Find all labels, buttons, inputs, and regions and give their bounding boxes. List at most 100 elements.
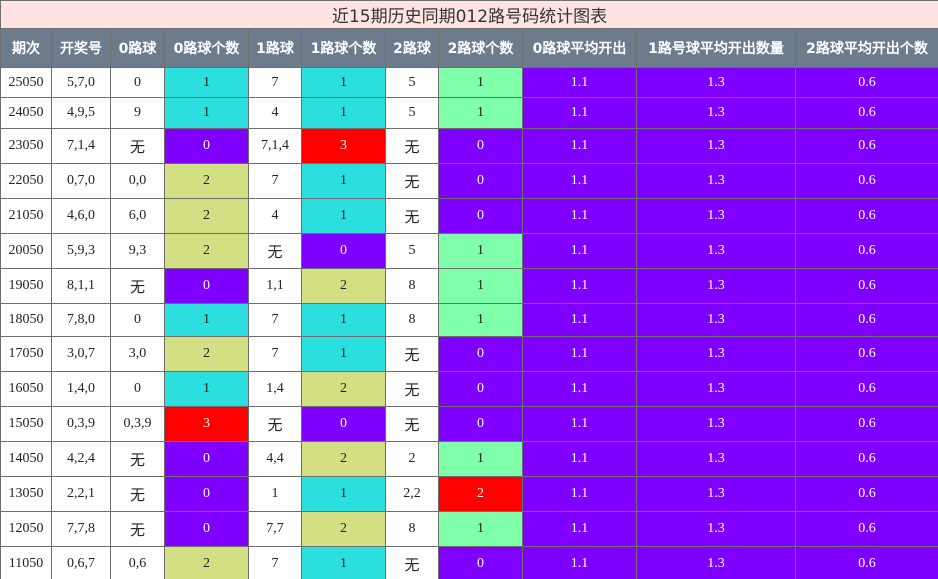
cell-road1-count: 1 xyxy=(301,303,386,337)
cell-road2-avg: 0.6 xyxy=(794,67,938,98)
cell-number: 8,1,1 xyxy=(51,268,111,304)
cell-road2: 5 xyxy=(385,67,439,98)
table-row: 12050 7,7,8 无 0 7,7 2 8 1 1.1 1.3 0.6 xyxy=(0,511,938,547)
cell-road2-count: 0 xyxy=(438,128,523,164)
cell-road0: 无 xyxy=(110,511,165,547)
cell-road0-count: 2 xyxy=(164,233,249,269)
cell-road2-avg: 0.6 xyxy=(794,268,938,304)
cell-period: 12050 xyxy=(0,511,52,547)
cell-road0-count: 1 xyxy=(164,303,249,337)
cell-road1: 1,4 xyxy=(248,371,302,407)
cell-road0-avg: 1.1 xyxy=(522,303,637,337)
cell-road0-count: 2 xyxy=(164,163,249,199)
cell-road0-avg: 1.1 xyxy=(522,268,637,304)
cell-period: 23050 xyxy=(0,128,52,164)
cell-road1-avg: 1.3 xyxy=(636,268,796,304)
cell-number: 7,1,4 xyxy=(51,128,111,164)
cell-road1: 7 xyxy=(248,303,302,337)
header-road1-avg: 1路号球平均开出数量 xyxy=(636,28,796,68)
cell-road1-avg: 1.3 xyxy=(636,303,796,337)
cell-road1-count: 1 xyxy=(301,67,386,98)
cell-road1: 无 xyxy=(248,233,302,269)
cell-road1: 无 xyxy=(248,406,302,442)
cell-road0: 9 xyxy=(110,97,165,129)
cell-road1-count: 3 xyxy=(301,128,386,164)
cell-road1-avg: 1.3 xyxy=(636,441,796,477)
cell-road1-avg: 1.3 xyxy=(636,233,796,269)
cell-road1-count: 1 xyxy=(301,163,386,199)
cell-road2-count: 0 xyxy=(438,406,523,442)
stats-table: 近15期历史同期012路号码统计图表 期次 开奖号 0路球 0路球个数 1路球 … xyxy=(0,0,938,579)
table-row: 23050 7,1,4 无 0 7,1,4 3 无 0 1.1 1.3 0.6 xyxy=(0,128,938,164)
cell-road1-count: 1 xyxy=(301,476,386,512)
cell-road0: 0,0 xyxy=(110,163,165,199)
cell-road2-count: 1 xyxy=(438,303,523,337)
cell-road1-count: 2 xyxy=(301,268,386,304)
header-period: 期次 xyxy=(0,28,52,68)
cell-road2-avg: 0.6 xyxy=(794,336,938,372)
cell-number: 4,9,5 xyxy=(51,97,111,129)
cell-road0-avg: 1.1 xyxy=(522,406,637,442)
cell-road0-avg: 1.1 xyxy=(522,371,637,407)
header-road1: 1路球 xyxy=(248,28,302,68)
cell-road1: 1,1 xyxy=(248,268,302,304)
cell-road1-avg: 1.3 xyxy=(636,198,796,234)
table-row: 19050 8,1,1 无 0 1,1 2 8 1 1.1 1.3 0.6 xyxy=(0,268,938,304)
cell-road2-count: 0 xyxy=(438,198,523,234)
cell-period: 21050 xyxy=(0,198,52,234)
cell-road2: 5 xyxy=(385,97,439,129)
cell-period: 17050 xyxy=(0,336,52,372)
cell-road1-count: 1 xyxy=(301,546,386,579)
cell-road1: 7 xyxy=(248,163,302,199)
table-row: 11050 0,6,7 0,6 2 7 1 无 0 1.1 1.3 0.6 xyxy=(0,546,938,579)
cell-period: 18050 xyxy=(0,303,52,337)
cell-road2-avg: 0.6 xyxy=(794,511,938,547)
cell-road0-avg: 1.1 xyxy=(522,476,637,512)
cell-road2: 5 xyxy=(385,233,439,269)
cell-period: 25050 xyxy=(0,67,52,98)
cell-road2-count: 1 xyxy=(438,67,523,98)
header-road2-avg: 2路球平均开出个数 xyxy=(794,28,938,68)
cell-period: 22050 xyxy=(0,163,52,199)
header-road2-count: 2路球个数 xyxy=(438,28,523,68)
cell-road0: 无 xyxy=(110,441,165,477)
cell-number: 4,6,0 xyxy=(51,198,111,234)
cell-road0-count: 2 xyxy=(164,546,249,579)
cell-road2: 无 xyxy=(385,198,439,234)
cell-road1-avg: 1.3 xyxy=(636,67,796,98)
header-road2: 2路球 xyxy=(385,28,439,68)
cell-road1: 1 xyxy=(248,476,302,512)
cell-road2: 8 xyxy=(385,511,439,547)
cell-number: 3,0,7 xyxy=(51,336,111,372)
cell-road2: 无 xyxy=(385,336,439,372)
cell-road1-count: 1 xyxy=(301,336,386,372)
header-number: 开奖号 xyxy=(51,28,111,68)
cell-number: 7,8,0 xyxy=(51,303,111,337)
cell-road0-count: 3 xyxy=(164,406,249,442)
cell-road0: 0 xyxy=(110,371,165,407)
cell-road0-avg: 1.1 xyxy=(522,546,637,579)
cell-number: 2,2,1 xyxy=(51,476,111,512)
header-road0-count: 0路球个数 xyxy=(164,28,249,68)
cell-road2-avg: 0.6 xyxy=(794,371,938,407)
cell-road1-count: 1 xyxy=(301,97,386,129)
cell-number: 1,4,0 xyxy=(51,371,111,407)
cell-road2-avg: 0.6 xyxy=(794,303,938,337)
cell-road2-count: 0 xyxy=(438,546,523,579)
cell-road2: 8 xyxy=(385,268,439,304)
table-body: 25050 5,7,0 0 1 7 1 5 1 1.1 1.3 0.6 24050 4,9,5 9 1 4 1 5… xyxy=(0,67,938,579)
cell-road1-avg: 1.3 xyxy=(636,511,796,547)
cell-road1-avg: 1.3 xyxy=(636,336,796,372)
header-road0: 0路球 xyxy=(110,28,165,68)
cell-road1: 7 xyxy=(248,336,302,372)
cell-road1-avg: 1.3 xyxy=(636,546,796,579)
cell-road2: 无 xyxy=(385,546,439,579)
cell-road0-avg: 1.1 xyxy=(522,336,637,372)
cell-road0: 9,3 xyxy=(110,233,165,269)
cell-road2: 2,2 xyxy=(385,476,439,512)
cell-road2-count: 1 xyxy=(438,233,523,269)
cell-road1-avg: 1.3 xyxy=(636,406,796,442)
cell-road0-avg: 1.1 xyxy=(522,67,637,98)
cell-road0-avg: 1.1 xyxy=(522,97,637,129)
cell-road2-avg: 0.6 xyxy=(794,406,938,442)
